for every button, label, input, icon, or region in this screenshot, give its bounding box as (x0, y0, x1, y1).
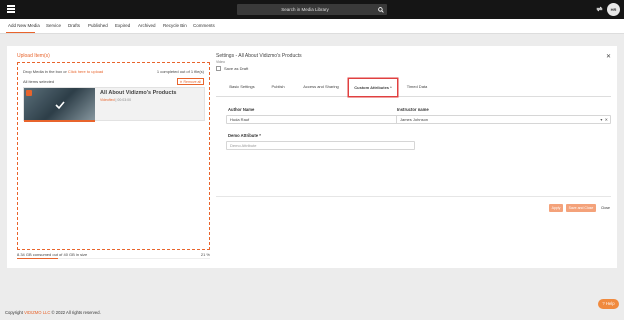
media-nav: Add New Media Service Drafts Published E… (0, 19, 624, 34)
tab-basic-settings[interactable]: Basic Settings (224, 78, 260, 97)
copyright-prefix: Copyright (5, 310, 25, 315)
search-box[interactable] (237, 4, 387, 15)
save-as-draft-label: Save as Draft (224, 66, 249, 71)
help-label: Help (605, 301, 615, 306)
help-icon: ? (602, 301, 605, 306)
top-bar: HR (0, 0, 624, 19)
user-avatar[interactable]: HR (607, 3, 620, 16)
upload-completed-count: 1 completed out of 1 file(s) (156, 69, 204, 74)
chevron-down-icon[interactable]: ▾ ✕ (600, 116, 608, 123)
storage-percent: 21 % (200, 252, 210, 257)
settings-footer-divider (216, 196, 611, 197)
draft-checkbox[interactable] (216, 66, 221, 72)
media-meta: Videofied | 00:03:00 (100, 98, 131, 102)
nav-add-new-media[interactable]: Add New Media (8, 23, 40, 28)
active-nav-indicator (6, 31, 35, 33)
nav-service[interactable]: Service (46, 23, 61, 28)
storage-bar-fill (17, 258, 58, 259)
nav-published[interactable]: Published (88, 23, 108, 28)
media-type: Videofied (100, 98, 115, 102)
tab-access-and-sharing[interactable]: Access and Sharing (296, 78, 346, 97)
tab-custom-attributes[interactable]: Custom Attributes * (348, 78, 398, 97)
tab-publish[interactable]: Publish (266, 78, 290, 97)
instructor-name-label: Instructor name (397, 107, 429, 112)
settings-title: Settings - All About Vidizmo's Products (216, 53, 302, 59)
search-input[interactable] (237, 4, 373, 15)
search-icon[interactable] (378, 6, 384, 13)
dropzone[interactable]: Drop Media in the box or Click here to u… (17, 62, 210, 250)
remove-all-label: Remove all (183, 79, 201, 84)
drop-prefix: Drop Media in the box or (23, 69, 68, 74)
settings-tabs: Basic Settings Publish Access and Sharin… (216, 78, 611, 97)
tab-timed-data[interactable]: Timed Data (402, 78, 432, 97)
author-name-label: Author Name (228, 107, 255, 112)
settings-media-type: Video (216, 60, 225, 64)
save-and-close-button[interactable]: Save and Close (566, 204, 596, 212)
instructor-value: James Johnson (400, 117, 429, 122)
close-settings-icon[interactable]: ✕ (606, 53, 611, 60)
save-as-draft-toggle[interactable]: Save as Draft (216, 66, 249, 72)
nav-drafts[interactable]: Drafts (68, 23, 80, 28)
nav-recycle-bin[interactable]: Recycle Bin (163, 23, 187, 28)
upload-progress-bar (24, 120, 95, 122)
storage-consumed: 8.34 GB consumed out of 40 GB in size (17, 252, 88, 257)
checkmark-icon (55, 101, 65, 110)
all-selected-text: All items selected (23, 79, 55, 84)
demo-attribute-field[interactable]: Demo Attribute (226, 141, 415, 150)
upload-panel: Upload Item(s) Drop Media in the box or … (7, 46, 617, 268)
switch-account-icon[interactable] (596, 6, 603, 12)
close-button[interactable]: Close (599, 204, 612, 212)
upload-column: Upload Item(s) Drop Media in the box or … (17, 53, 210, 263)
media-thumbnail[interactable] (24, 88, 95, 122)
storage-bar-track (17, 258, 210, 259)
media-title: All About Vidizmo's Products (100, 90, 177, 96)
help-button[interactable]: ? Help (598, 299, 619, 309)
menu-icon[interactable] (7, 5, 15, 13)
media-duration: | 00:03:00 (115, 98, 132, 102)
author-name-field[interactable]: Huda Rauf (226, 115, 415, 124)
nav-comments[interactable]: Comments (193, 23, 215, 28)
selected-checkbox-icon[interactable] (26, 90, 32, 96)
apply-button[interactable]: Apply (549, 204, 563, 212)
settings-column: Settings - All About Vidizmo's Products … (216, 52, 612, 264)
brand-name[interactable]: VIDIZMO LLC (24, 310, 50, 315)
nav-expired[interactable]: Expired (115, 23, 130, 28)
upload-link[interactable]: Click here to upload (68, 69, 103, 74)
nav-archived[interactable]: Archived (138, 23, 156, 28)
drop-instructions: Drop Media in the box or Click here to u… (23, 69, 103, 74)
upload-title: Upload Item(s) (17, 53, 50, 59)
remove-all-button[interactable]: ✕ Remove all (176, 78, 204, 85)
copyright-suffix: © 2022 All rights reserved. (50, 310, 101, 315)
media-item[interactable]: All About Vidizmo's Products Videofied |… (23, 87, 205, 122)
instructor-name-select[interactable]: James Johnson ▾ ✕ (396, 115, 611, 124)
demo-attribute-label: Demo Attribute * (228, 133, 261, 138)
copyright: Copyright VIDIZMO LLC © 2022 All rights … (5, 310, 101, 315)
